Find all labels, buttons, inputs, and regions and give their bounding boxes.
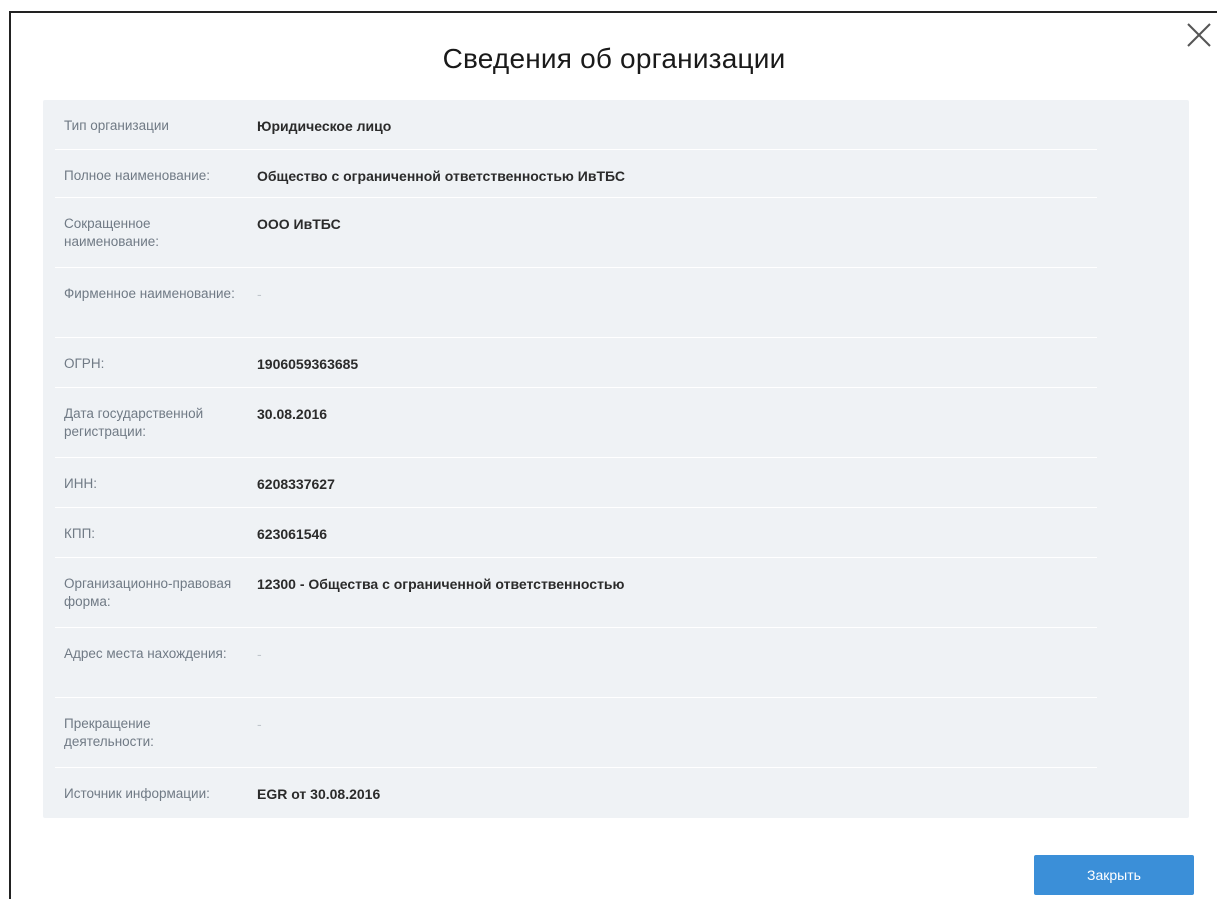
row-value: 12300 - Общества с ограниченной ответств… (257, 576, 625, 592)
row-label: Источник информации: (64, 786, 210, 801)
info-row-inn: ИНН: 6208337627 (55, 458, 1097, 508)
row-value: 6208337627 (257, 476, 335, 492)
row-value: ООО ИвТБС (257, 216, 341, 232)
organization-info-dialog: Сведения об организации Тип организации … (9, 11, 1217, 899)
info-row-short-name: Сокращенное наименование: ООО ИвТБС (55, 198, 1097, 268)
row-label: ИНН: (64, 476, 97, 491)
row-label: Организационно-правовая форма: (64, 576, 232, 609)
row-label: КПП: (64, 526, 96, 541)
row-value: - (257, 646, 262, 662)
row-value: - (257, 286, 262, 302)
row-value: EGR от 30.08.2016 (257, 786, 381, 802)
row-value: Юридическое лицо (257, 118, 392, 134)
info-row-address: Адрес места нахождения: - (55, 628, 1097, 698)
row-value: 623061546 (257, 526, 328, 542)
info-row-registration-date: Дата государственной регистрации: 30.08.… (55, 388, 1097, 458)
row-value: 30.08.2016 (257, 406, 328, 422)
info-row-org-type: Тип организации Юридическое лицо (55, 100, 1097, 150)
row-label: Адрес места нахождения: (64, 646, 227, 661)
close-icon[interactable] (1183, 19, 1215, 51)
info-panel: Тип организации Юридическое лицо Полное … (43, 100, 1189, 818)
info-row-full-name: Полное наименование: Общество с ограниче… (55, 150, 1097, 198)
row-label: Фирменное наименование: (64, 286, 235, 301)
info-row-brand-name: Фирменное наименование: - (55, 268, 1097, 338)
close-button[interactable]: Закрыть (1034, 855, 1194, 895)
row-label: ОГРН: (64, 356, 105, 371)
row-label: Дата государственной регистрации: (64, 406, 204, 439)
info-row-termination: Прекращение деятельности: - (55, 698, 1097, 768)
row-label: Прекращение деятельности: (64, 716, 154, 749)
info-row-source: Источник информации: EGR от 30.08.2016 (55, 768, 1097, 818)
row-value: Общество с ограниченной ответственностью… (257, 168, 625, 184)
row-value: 1906059363685 (257, 356, 359, 372)
row-value: - (257, 716, 262, 732)
row-label: Полное наименование: (64, 168, 211, 183)
info-row-kpp: КПП: 623061546 (55, 508, 1097, 558)
info-row-ogrn: ОГРН: 1906059363685 (55, 338, 1097, 388)
info-row-legal-form: Организационно-правовая форма: 12300 - О… (55, 558, 1097, 628)
dialog-title: Сведения об организации (442, 43, 786, 74)
row-label: Тип организации (64, 118, 169, 133)
row-label: Сокращенное наименование: (64, 216, 160, 249)
